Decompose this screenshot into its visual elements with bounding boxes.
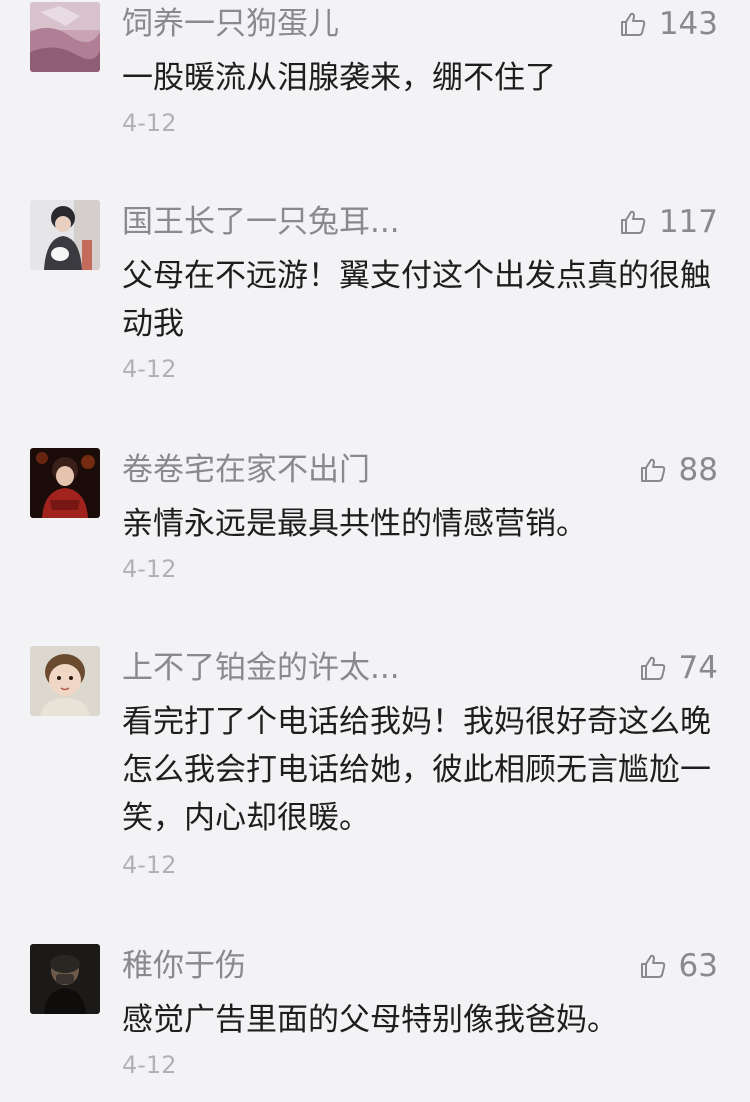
username[interactable]: 卷卷宅在家不出门 — [122, 450, 370, 490]
comment-date: 4-12 — [122, 1051, 177, 1079]
comment-text: 一股暖流从泪腺袭来，绷不住了 — [122, 60, 556, 96]
comment-text: 感觉广告里面的父母特别像我爸妈。 — [122, 1002, 618, 1038]
like-button[interactable]: 143 — [619, 4, 718, 44]
thumbs-up-icon — [620, 210, 646, 234]
avatar[interactable] — [30, 448, 100, 518]
comment-date: 4-12 — [122, 109, 177, 137]
like-button[interactable]: 88 — [639, 450, 718, 490]
thumbs-up-icon — [640, 656, 665, 680]
like-count: 88 — [678, 452, 718, 488]
comment-text: 看完打了个电话给我妈！我妈很好奇这么晚怎么我会打电话给她，彼此相顾无言尴尬一笑，… — [122, 704, 711, 836]
comment-date: 4-12 — [122, 355, 177, 383]
username[interactable]: 稚你于伤 — [122, 946, 246, 986]
like-button[interactable]: 117 — [619, 202, 718, 242]
comment-text: 父母在不远游！翼支付这个出发点真的很触动我 — [122, 258, 711, 342]
avatar[interactable] — [30, 2, 100, 72]
avatar[interactable] — [30, 944, 100, 1014]
thumbs-up-icon — [620, 12, 646, 36]
like-count: 74 — [678, 650, 718, 686]
like-button[interactable]: 74 — [639, 648, 718, 688]
username[interactable]: 上不了铂金的许太... — [122, 648, 400, 688]
like-count: 117 — [658, 204, 718, 240]
comment-date: 4-12 — [122, 555, 177, 583]
comment-text: 亲情永远是最具共性的情感营销。 — [122, 506, 587, 542]
like-count: 63 — [678, 948, 718, 984]
avatar[interactable] — [30, 646, 100, 716]
username[interactable]: 饲养一只狗蛋儿 — [122, 4, 339, 44]
like-button[interactable]: 63 — [639, 946, 718, 986]
username[interactable]: 国王长了一只兔耳... — [122, 202, 400, 242]
thumbs-up-icon — [640, 954, 665, 978]
thumbs-up-icon — [640, 458, 665, 482]
avatar[interactable] — [30, 200, 100, 270]
comment-date: 4-12 — [122, 851, 177, 879]
like-count: 143 — [658, 6, 718, 42]
